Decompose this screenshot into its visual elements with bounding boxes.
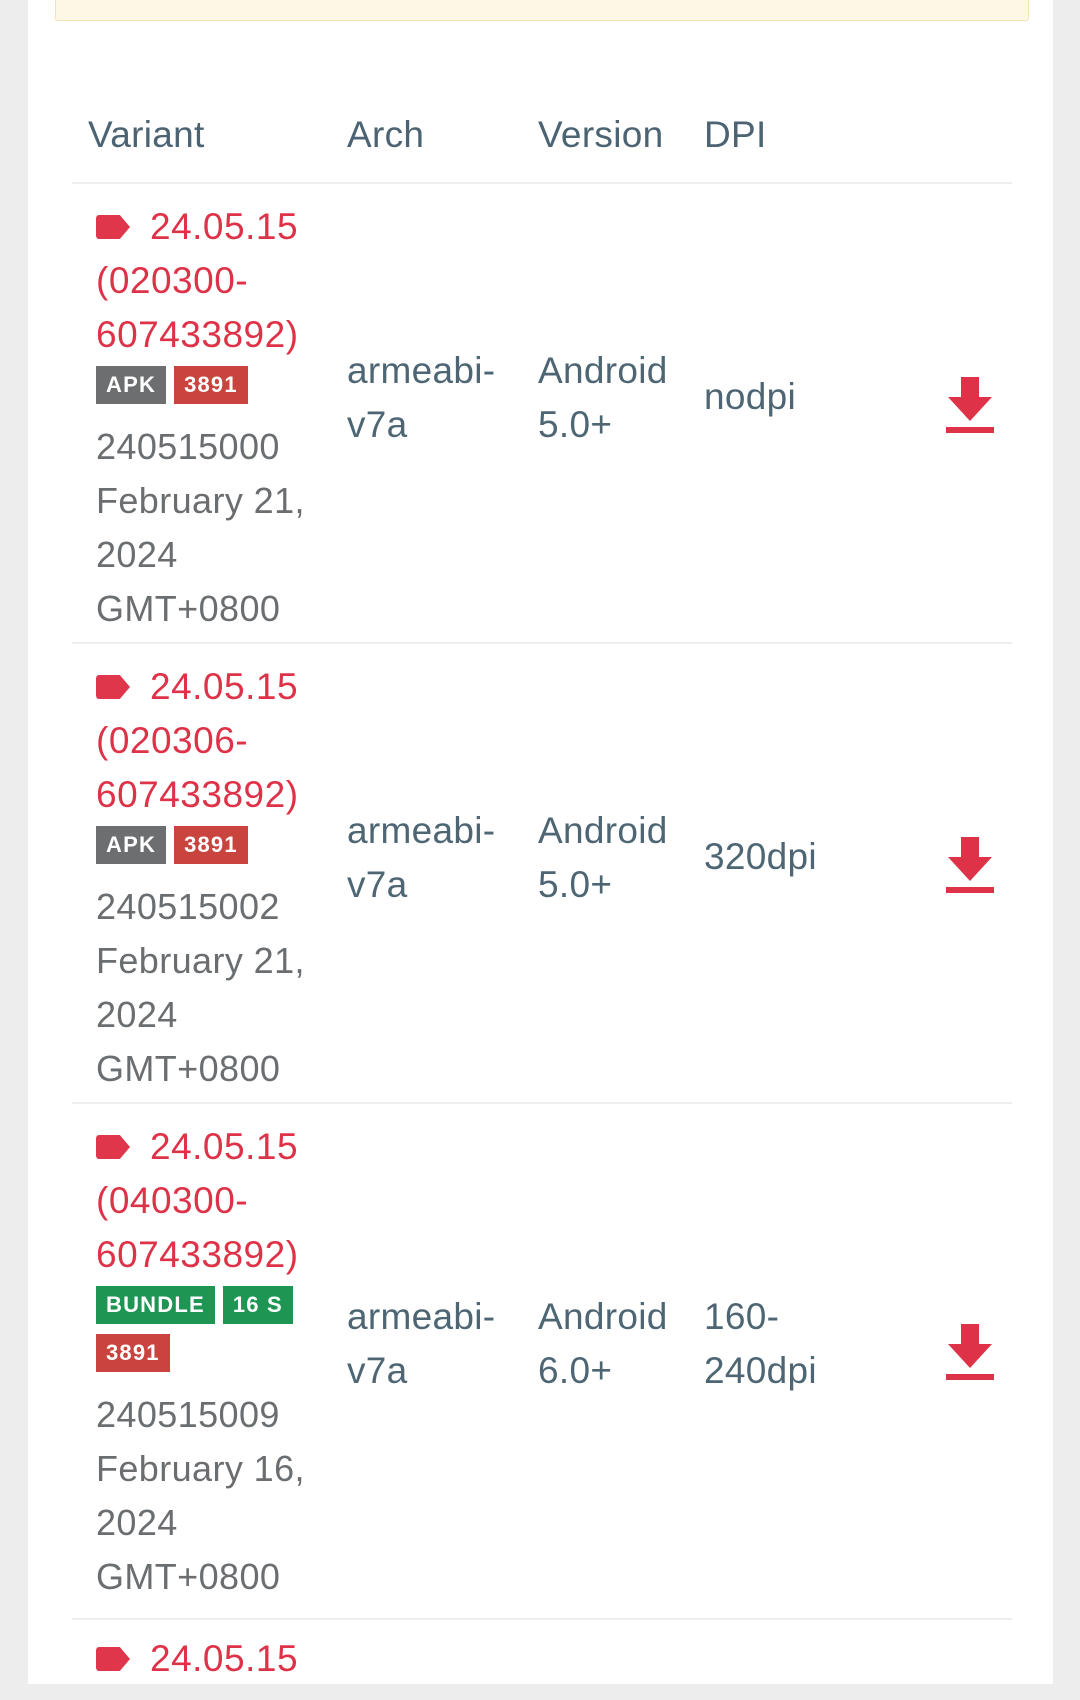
tag-icon — [96, 1647, 130, 1671]
release-year: 2024 — [96, 534, 178, 575]
arch-cell: armeabi- v7a — [347, 1290, 495, 1398]
variant-link-cont[interactable]: (020306- — [96, 714, 346, 768]
badge-group: APK 3891 — [96, 366, 346, 414]
release-date: February 21, — [96, 940, 305, 981]
notice-banner — [55, 0, 1029, 21]
variant-cell: 24.05.15 — [96, 1632, 346, 1686]
header-dpi: DPI — [704, 114, 767, 155]
content-card: Variant Arch Version DPI 24.05.15 (02030… — [28, 0, 1053, 1684]
tag-icon — [96, 675, 130, 699]
arch-value: armeabi- — [347, 810, 496, 851]
release-date: February 16, — [96, 1448, 305, 1489]
table-row: 24.05.15 — [72, 1620, 1012, 1700]
version-cell: Android 5.0+ — [538, 344, 668, 452]
header-variant: Variant — [88, 114, 205, 155]
variant-link-cont[interactable]: 607433892) — [96, 1228, 346, 1282]
version-code: 240515002 — [96, 886, 280, 927]
number-badge: 3891 — [174, 826, 248, 864]
splits-badge: 16 S — [222, 1286, 293, 1324]
arch-value-cont: v7a — [347, 864, 408, 905]
variant-link-cont[interactable]: 607433892) — [96, 308, 346, 362]
version-code: 240515009 — [96, 1394, 280, 1435]
android-version-cont: 6.0+ — [538, 1350, 613, 1391]
variant-cell: 24.05.15 (040300- 607433892) BUNDLE 16 S 3… — [96, 1120, 346, 1604]
arch-cell: armeabi- v7a — [347, 344, 495, 452]
variants-table: Variant Arch Version DPI 24.05.15 (02030… — [72, 92, 1012, 1700]
timezone: GMT+0800 — [96, 1556, 281, 1597]
number-badge: 3891 — [174, 366, 248, 404]
header-arch: Arch — [347, 114, 425, 155]
download-icon[interactable] — [946, 837, 994, 895]
table-row: 24.05.15 (020306- 607433892) APK 3891 240… — [72, 644, 1012, 1104]
variant-link-cont[interactable]: (040300- — [96, 1174, 346, 1228]
download-icon[interactable] — [946, 377, 994, 435]
dpi-cell: 320dpi — [704, 830, 817, 884]
variant-link-cont[interactable]: (020300- — [96, 254, 346, 308]
arch-value-cont: v7a — [347, 404, 408, 445]
dpi-value: 320dpi — [704, 836, 817, 877]
table-row: 24.05.15 (020300- 607433892) APK 3891 240… — [72, 184, 1012, 644]
variant-link[interactable]: 24.05.15 — [150, 1120, 298, 1174]
android-version-cont: 5.0+ — [538, 864, 613, 905]
bundle-badge: BUNDLE — [96, 1286, 215, 1324]
timezone: GMT+0800 — [96, 588, 281, 629]
tag-icon — [96, 215, 130, 239]
dpi-cell: nodpi — [704, 370, 796, 424]
variant-link[interactable]: 24.05.15 — [150, 660, 298, 714]
variant-cell: 24.05.15 (020300- 607433892) APK 3891 240… — [96, 200, 346, 636]
dpi-value: nodpi — [704, 376, 797, 417]
release-year: 2024 — [96, 994, 178, 1035]
apk-badge: APK — [96, 366, 167, 404]
android-version: Android — [538, 810, 668, 851]
dpi-cell: 160- 240dpi — [704, 1290, 817, 1398]
number-badge: 3891 — [96, 1334, 170, 1372]
variant-cell: 24.05.15 (020306- 607433892) APK 3891 240… — [96, 660, 346, 1096]
variant-link[interactable]: 24.05.15 — [150, 200, 298, 254]
arch-cell: armeabi- v7a — [347, 804, 495, 912]
badge-group: BUNDLE 16 S 3891 — [96, 1286, 346, 1382]
tag-icon — [96, 1135, 130, 1159]
android-version-cont: 5.0+ — [538, 404, 613, 445]
variant-link-cont[interactable]: 607433892) — [96, 768, 346, 822]
download-icon[interactable] — [946, 1324, 994, 1382]
android-version: Android — [538, 1296, 668, 1337]
version-cell: Android 6.0+ — [538, 1290, 668, 1398]
arch-value-cont: v7a — [347, 1350, 408, 1391]
release-date: February 21, — [96, 480, 305, 521]
header-version: Version — [538, 114, 664, 155]
version-cell: Android 5.0+ — [538, 804, 668, 912]
variant-link[interactable]: 24.05.15 — [150, 1632, 298, 1686]
apk-badge: APK — [96, 826, 167, 864]
android-version: Android — [538, 350, 668, 391]
arch-value: armeabi- — [347, 1296, 496, 1337]
badge-group: APK 3891 — [96, 826, 346, 874]
release-year: 2024 — [96, 1502, 178, 1543]
arch-value: armeabi- — [347, 350, 496, 391]
table-header: Variant Arch Version DPI — [72, 92, 1012, 184]
timezone: GMT+0800 — [96, 1048, 281, 1089]
table-row: 24.05.15 (040300- 607433892) BUNDLE 16 S 3… — [72, 1104, 1012, 1620]
dpi-value-cont: 240dpi — [704, 1350, 817, 1391]
dpi-value: 160- — [704, 1296, 780, 1337]
version-code: 240515000 — [96, 426, 280, 467]
